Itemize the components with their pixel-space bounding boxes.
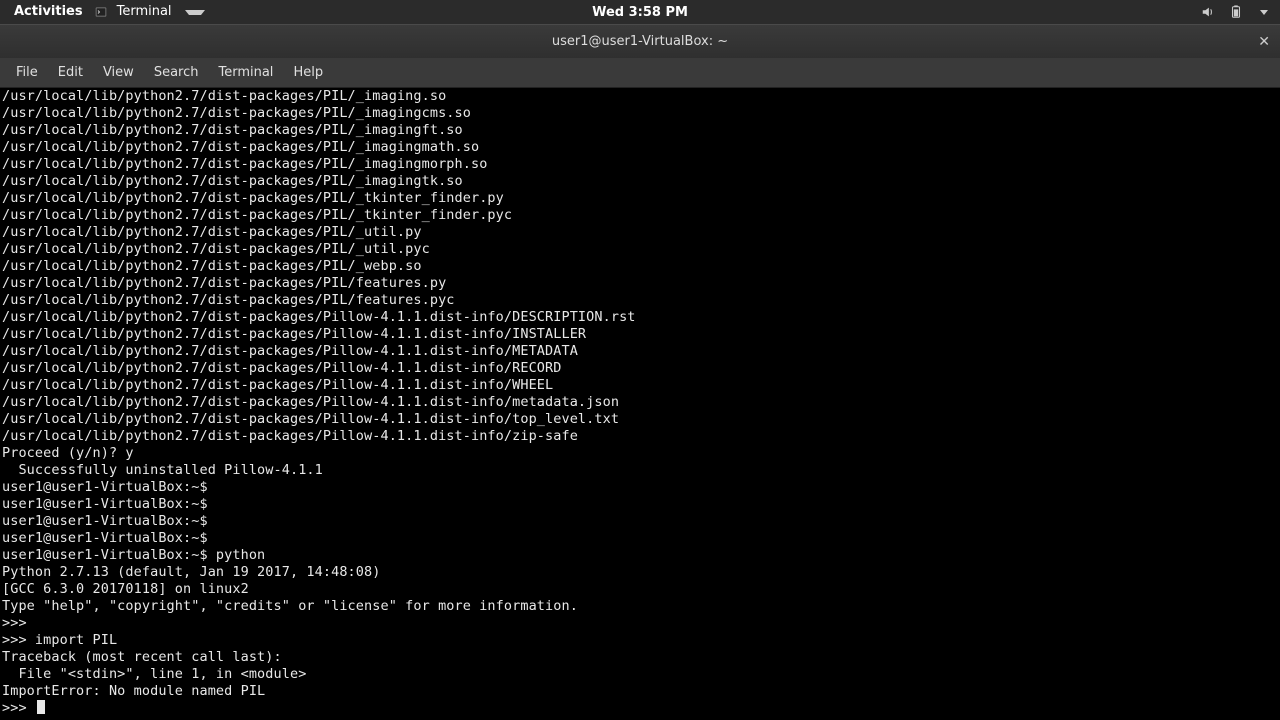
app-menu[interactable]: Terminal: [89, 0, 211, 24]
gnome-topbar: Activities Terminal Wed 3:58 PM: [0, 0, 1280, 24]
terminal-line: File "<stdin>", line 1, in <module>: [2, 666, 1278, 683]
terminal-output[interactable]: /usr/local/lib/python2.7/dist-packages/P…: [0, 88, 1280, 717]
terminal-line: /usr/local/lib/python2.7/dist-packages/P…: [2, 156, 1278, 173]
menu-help[interactable]: Help: [283, 58, 333, 88]
terminal-window: user1@user1-VirtualBox: ~ ✕ File Edit Vi…: [0, 24, 1280, 717]
chevron-down-icon: [185, 10, 205, 15]
terminal-line: /usr/local/lib/python2.7/dist-packages/P…: [2, 377, 1278, 394]
terminal-line: /usr/local/lib/python2.7/dist-packages/P…: [2, 411, 1278, 428]
terminal-line: /usr/local/lib/python2.7/dist-packages/P…: [2, 428, 1278, 445]
terminal-line: >>>: [2, 615, 1278, 632]
menu-search[interactable]: Search: [144, 58, 209, 88]
activities-button[interactable]: Activities: [8, 0, 89, 24]
app-menu-label: Terminal: [111, 0, 178, 24]
window-close-button[interactable]: ✕: [1258, 34, 1270, 50]
terminal-line: /usr/local/lib/python2.7/dist-packages/P…: [2, 258, 1278, 275]
terminal-line: /usr/local/lib/python2.7/dist-packages/P…: [2, 326, 1278, 343]
terminal-line: /usr/local/lib/python2.7/dist-packages/P…: [2, 207, 1278, 224]
window-title: user1@user1-VirtualBox: ~: [552, 34, 728, 49]
menu-file[interactable]: File: [6, 58, 48, 88]
terminal-line: /usr/local/lib/python2.7/dist-packages/P…: [2, 224, 1278, 241]
terminal-line: [GCC 6.3.0 20170118] on linux2: [2, 581, 1278, 598]
terminal-line: /usr/local/lib/python2.7/dist-packages/P…: [2, 105, 1278, 122]
terminal-line: /usr/local/lib/python2.7/dist-packages/P…: [2, 309, 1278, 326]
terminal-line: /usr/local/lib/python2.7/dist-packages/P…: [2, 173, 1278, 190]
window-titlebar[interactable]: user1@user1-VirtualBox: ~ ✕: [0, 24, 1280, 58]
terminal-line: /usr/local/lib/python2.7/dist-packages/P…: [2, 241, 1278, 258]
terminal-line: >>> import PIL: [2, 632, 1278, 649]
terminal-line: ImportError: No module named PIL: [2, 683, 1278, 700]
terminal-line: /usr/local/lib/python2.7/dist-packages/P…: [2, 360, 1278, 377]
terminal-line: Type "help", "copyright", "credits" or "…: [2, 598, 1278, 615]
system-menu-chevron-icon[interactable]: [1260, 10, 1268, 15]
terminal-line: /usr/local/lib/python2.7/dist-packages/P…: [2, 394, 1278, 411]
terminal-icon: [95, 6, 107, 18]
menu-edit[interactable]: Edit: [48, 58, 93, 88]
cursor: [37, 700, 45, 714]
terminal-line: /usr/local/lib/python2.7/dist-packages/P…: [2, 122, 1278, 139]
terminal-line: Proceed (y/n)? y: [2, 445, 1278, 462]
terminal-line: /usr/local/lib/python2.7/dist-packages/P…: [2, 275, 1278, 292]
terminal-line: /usr/local/lib/python2.7/dist-packages/P…: [2, 88, 1278, 105]
terminal-line: Successfully uninstalled Pillow-4.1.1: [2, 462, 1278, 479]
terminal-line: Python 2.7.13 (default, Jan 19 2017, 14:…: [2, 564, 1278, 581]
battery-icon[interactable]: [1229, 5, 1243, 19]
terminal-line: user1@user1-VirtualBox:~$: [2, 479, 1278, 496]
terminal-line: user1@user1-VirtualBox:~$: [2, 496, 1278, 513]
terminal-line: user1@user1-VirtualBox:~$: [2, 530, 1278, 547]
volume-icon[interactable]: [1201, 5, 1215, 19]
terminal-line: /usr/local/lib/python2.7/dist-packages/P…: [2, 292, 1278, 309]
terminal-line: /usr/local/lib/python2.7/dist-packages/P…: [2, 343, 1278, 360]
terminal-line: user1@user1-VirtualBox:~$ python: [2, 547, 1278, 564]
terminal-line: user1@user1-VirtualBox:~$: [2, 513, 1278, 530]
terminal-line: Traceback (most recent call last):: [2, 649, 1278, 666]
terminal-prompt[interactable]: >>>: [2, 700, 1278, 717]
terminal-line: /usr/local/lib/python2.7/dist-packages/P…: [2, 190, 1278, 207]
terminal-line: /usr/local/lib/python2.7/dist-packages/P…: [2, 139, 1278, 156]
menubar: File Edit View Search Terminal Help: [0, 58, 1280, 88]
menu-terminal[interactable]: Terminal: [208, 58, 283, 88]
menu-view[interactable]: View: [93, 58, 144, 88]
